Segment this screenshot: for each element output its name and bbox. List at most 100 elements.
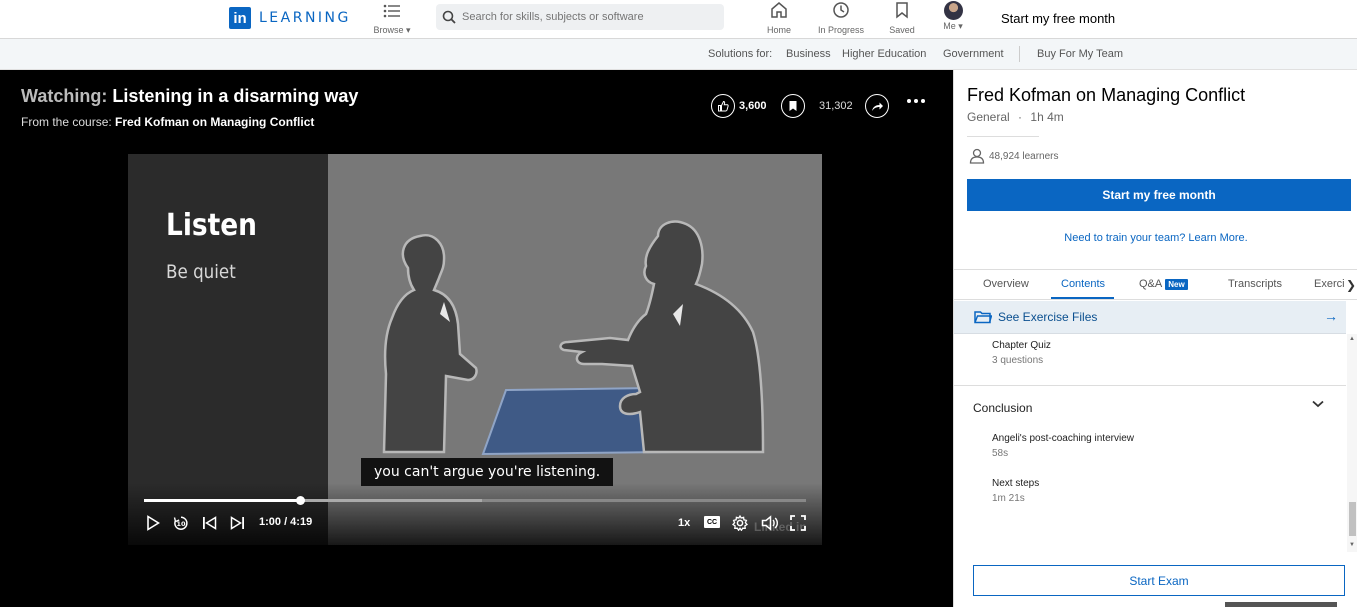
active-tab-indicator <box>1051 297 1114 299</box>
from-course-label: From the course: <box>21 115 112 129</box>
from-course: From the course: Fred Kofman on Managing… <box>21 115 314 129</box>
like-count: 3,600 <box>739 100 767 112</box>
bottom-dock-bar <box>1225 602 1337 607</box>
played-bar <box>144 499 300 502</box>
search-input[interactable] <box>462 11 712 23</box>
item-subtitle: 58s <box>992 448 1009 459</box>
course-level: General <box>967 110 1010 124</box>
start-free-month-button[interactable]: Start my free month <box>967 179 1351 211</box>
browse-label: Browse <box>373 25 404 35</box>
nav-in-progress[interactable]: In Progress <box>815 0 867 35</box>
section-conclusion-title[interactable]: Conclusion <box>973 401 1032 415</box>
clock-icon <box>833 2 849 18</box>
solutions-higher-education-link[interactable]: Higher Education <box>842 48 926 60</box>
course-duration: 1h 4m <box>1030 110 1064 124</box>
logo-text: LEARNING <box>259 10 351 26</box>
nav-home[interactable]: Home <box>762 0 796 35</box>
list-item[interactable]: Angeli's post-coaching interview 58s <box>992 433 1134 459</box>
thumbs-up-icon <box>711 94 735 118</box>
start-free-month-link[interactable]: Start my free month <box>1001 11 1115 26</box>
course-link[interactable]: Fred Kofman on Managing Conflict <box>115 115 314 129</box>
previous-icon[interactable] <box>202 516 217 530</box>
list-item[interactable]: Chapter Quiz 3 questions <box>992 340 1051 366</box>
course-meta: General · 1h 4m <box>967 110 1064 124</box>
share-arrow-icon <box>865 94 889 118</box>
contents-scrollbar[interactable]: ▲ ▼ <box>1347 334 1357 552</box>
watching-label: Watching: <box>21 86 108 106</box>
search-icon <box>442 10 456 24</box>
video-player-area: Watching: Listening in a disarming way F… <box>0 70 953 607</box>
scrollbar-thumb[interactable] <box>1349 502 1356 536</box>
person-icon <box>969 148 985 164</box>
linkedin-watermark: Linked in <box>754 520 807 534</box>
buy-for-my-team-link[interactable]: Buy For My Team <box>1037 48 1123 60</box>
bookmark-icon <box>896 2 908 19</box>
list-icon <box>383 4 400 18</box>
save-button[interactable]: 31,302 <box>781 94 853 118</box>
next-icon[interactable] <box>230 516 245 530</box>
time-display: 1:00 / 4:19 <box>259 516 313 528</box>
search-bar[interactable] <box>436 4 724 30</box>
subtitle-caption: you can't argue you're listening. <box>361 458 614 486</box>
more-options-button[interactable] <box>906 98 926 104</box>
arrow-right-icon: → <box>1324 308 1338 324</box>
tab-contents[interactable]: Contents <box>1061 278 1105 290</box>
share-button[interactable] <box>865 94 889 118</box>
tab-transcripts[interactable]: Transcripts <box>1228 278 1282 290</box>
course-sidebar: Fred Kofman on Managing Conflict General… <box>953 70 1357 607</box>
item-title: Chapter Quiz <box>992 340 1051 351</box>
course-tabs: Overview Contents Q&A New Transcripts Exe… <box>954 269 1357 300</box>
learner-count: 48,924 learners <box>969 148 1059 164</box>
caret-down-icon: ▾ <box>406 25 411 35</box>
list-item[interactable]: Next steps 1m 21s <box>992 478 1039 504</box>
more-horizontal-icon <box>907 99 925 103</box>
folder-icon <box>974 311 992 324</box>
solutions-subnav: Solutions for: Business Higher Education… <box>0 39 1357 70</box>
start-exam-button[interactable]: Start Exam <box>973 565 1345 596</box>
avatar <box>943 1 963 20</box>
linkedin-learning-logo[interactable]: in LEARNING <box>229 7 351 29</box>
tab-qa-label: Q&A <box>1139 278 1163 290</box>
see-exercise-files-row[interactable]: See Exercise Files → <box>954 301 1346 334</box>
chevron-down-icon[interactable] <box>1312 395 1324 411</box>
nav-me-label: Me <box>943 21 956 31</box>
new-badge: New <box>1165 279 1188 290</box>
like-button[interactable]: 3,600 <box>711 94 767 118</box>
caret-down-icon: ▾ <box>958 21 963 31</box>
closed-captions-icon[interactable]: CC <box>704 516 720 528</box>
slide-title: Listen <box>166 208 257 243</box>
course-title: Fred Kofman on Managing Conflict <box>967 85 1246 105</box>
solutions-government-link[interactable]: Government <box>943 48 1004 60</box>
nav-saved-label: Saved <box>889 25 915 35</box>
now-watching-title: Watching: Listening in a disarming way <box>21 86 358 107</box>
section-divider <box>954 385 1346 386</box>
browse-menu-button[interactable]: Browse ▾ <box>372 2 412 36</box>
solutions-for-label: Solutions for: <box>708 48 773 60</box>
tabs-scroll-right-icon[interactable]: ❯ <box>1344 270 1357 299</box>
solutions-business-link[interactable]: Business <box>786 48 831 60</box>
play-icon[interactable] <box>146 515 160 531</box>
playback-speed-button[interactable]: 1x <box>678 517 690 529</box>
item-subtitle: 1m 21s <box>992 493 1025 504</box>
scroll-down-icon[interactable]: ▼ <box>1349 542 1355 548</box>
item-title: Next steps <box>992 478 1040 489</box>
nav-home-label: Home <box>766 25 791 35</box>
tab-qa[interactable]: Q&A New <box>1139 278 1188 290</box>
meta-separator: · <box>1018 110 1023 124</box>
scroll-up-icon[interactable]: ▲ <box>1349 336 1355 342</box>
video-frame[interactable]: Listen Be quiet you can't argue you're l… <box>128 154 822 545</box>
learner-count-text: 48,924 learners <box>989 150 1059 162</box>
bookmark-icon <box>781 94 805 118</box>
train-team-link[interactable]: Need to train your team? Learn More. <box>954 232 1357 244</box>
top-navigation: in LEARNING Browse ▾ Home In Progress <box>0 0 1357 39</box>
tab-overview[interactable]: Overview <box>983 278 1029 290</box>
nav-saved[interactable]: Saved <box>886 0 918 35</box>
nav-me[interactable]: Me ▾ <box>939 0 967 32</box>
rewind-10-icon[interactable]: 10 <box>173 515 189 531</box>
item-title: Angeli's post-coaching interview <box>992 433 1134 444</box>
settings-gear-icon[interactable] <box>732 515 748 531</box>
video-progress-bar[interactable] <box>144 496 806 505</box>
scrubber-handle[interactable] <box>295 496 305 505</box>
see-exercise-files-label: See Exercise Files <box>998 310 1098 324</box>
controls-gradient <box>128 483 822 545</box>
